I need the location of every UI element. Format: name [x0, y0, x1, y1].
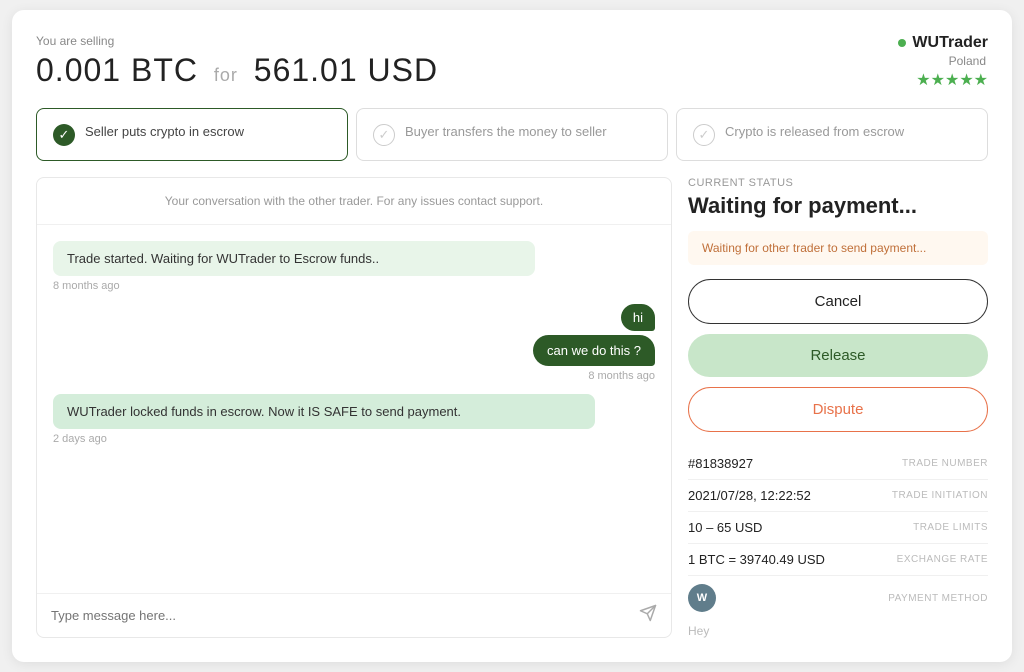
message-2-group: hi can we do this ? 8 months ago	[53, 304, 655, 382]
message-3: WUTrader locked funds in escrow. Now it …	[53, 394, 655, 445]
cancel-button[interactable]: Cancel	[688, 279, 988, 324]
dispute-button[interactable]: Dispute	[688, 387, 988, 432]
step-2: ✓ Buyer transfers the money to seller	[356, 108, 668, 161]
status-title: Waiting for payment...	[688, 193, 988, 219]
online-indicator	[898, 39, 906, 47]
step-2-label: Buyer transfers the money to seller	[405, 123, 607, 141]
payment-method-row: W PAYMENT METHOD	[688, 576, 988, 620]
usd-price: 561.01 USD	[254, 52, 438, 88]
message-1-timestamp: 8 months ago	[53, 280, 655, 292]
message-1-text: Trade started. Waiting for WUTrader to E…	[53, 241, 535, 276]
trader-name: WUTrader	[912, 34, 988, 52]
message-2-bubble-2: can we do this ?	[533, 335, 655, 366]
steps-container: ✓ Seller puts crypto in escrow ✓ Buyer t…	[36, 108, 988, 161]
btc-amount: 0.001 BTC	[36, 52, 198, 88]
selling-info: You are selling 0.001 BTC for 561.01 USD	[36, 34, 438, 89]
hey-text: Hey	[688, 624, 988, 638]
status-banner: Waiting for other trader to send payment…	[688, 231, 988, 265]
chat-info-text: Your conversation with the other trader.…	[37, 178, 671, 225]
release-button[interactable]: Release	[688, 334, 988, 377]
trade-initiation-label: TRADE INITIATION	[892, 490, 988, 501]
payment-method-icon: W	[688, 584, 716, 612]
trader-name-row: WUTrader	[898, 34, 988, 52]
current-status-label: CURRENT STATUS	[688, 177, 988, 189]
right-panel: CURRENT STATUS Waiting for payment... Wa…	[688, 177, 988, 638]
trader-country: Poland	[898, 54, 986, 68]
message-2-bubble-1: hi	[621, 304, 655, 331]
message-1: Trade started. Waiting for WUTrader to E…	[53, 241, 655, 292]
trade-limits-value: 10 – 65 USD	[688, 520, 762, 535]
chat-messages: Trade started. Waiting for WUTrader to E…	[37, 225, 671, 593]
message-3-text: WUTrader locked funds in escrow. Now it …	[53, 394, 595, 429]
trade-limits-label: TRADE LIMITS	[913, 522, 988, 533]
exchange-rate-label: EXCHANGE RATE	[897, 554, 988, 565]
step-3-label: Crypto is released from escrow	[725, 123, 904, 141]
selling-amount: 0.001 BTC for 561.01 USD	[36, 52, 438, 89]
trader-info: WUTrader Poland ★★★★★	[898, 34, 988, 90]
for-text: for	[214, 65, 238, 85]
step-1-label: Seller puts crypto in escrow	[85, 123, 244, 141]
step-3-icon: ✓	[693, 124, 715, 146]
step-2-icon: ✓	[373, 124, 395, 146]
trade-details: #81838927 TRADE NUMBER 2021/07/28, 12:22…	[688, 448, 988, 638]
message-3-timestamp: 2 days ago	[53, 433, 655, 445]
step-1-icon: ✓	[53, 124, 75, 146]
trade-limits-row: 10 – 65 USD TRADE LIMITS	[688, 512, 988, 544]
main-layout: Your conversation with the other trader.…	[36, 177, 988, 638]
trade-initiation-row: 2021/07/28, 12:22:52 TRADE INITIATION	[688, 480, 988, 512]
trader-stars: ★★★★★	[898, 70, 988, 90]
payment-method-label: PAYMENT METHOD	[888, 593, 988, 604]
trade-initiation-value: 2021/07/28, 12:22:52	[688, 488, 811, 503]
chat-input-area[interactable]	[37, 593, 671, 637]
trade-number-label: TRADE NUMBER	[902, 458, 988, 469]
trade-number-row: #81838927 TRADE NUMBER	[688, 448, 988, 480]
selling-label: You are selling	[36, 34, 438, 48]
step-3: ✓ Crypto is released from escrow	[676, 108, 988, 161]
header: You are selling 0.001 BTC for 561.01 USD…	[36, 34, 988, 90]
chat-input[interactable]	[51, 608, 629, 623]
chat-section: Your conversation with the other trader.…	[36, 177, 672, 638]
exchange-rate-value: 1 BTC = 39740.49 USD	[688, 552, 825, 567]
message-2-timestamp: 8 months ago	[588, 370, 655, 382]
main-container: You are selling 0.001 BTC for 561.01 USD…	[12, 10, 1012, 662]
send-icon[interactable]	[639, 604, 657, 627]
exchange-rate-row: 1 BTC = 39740.49 USD EXCHANGE RATE	[688, 544, 988, 576]
step-1: ✓ Seller puts crypto in escrow	[36, 108, 348, 161]
trade-number-value: #81838927	[688, 456, 753, 471]
